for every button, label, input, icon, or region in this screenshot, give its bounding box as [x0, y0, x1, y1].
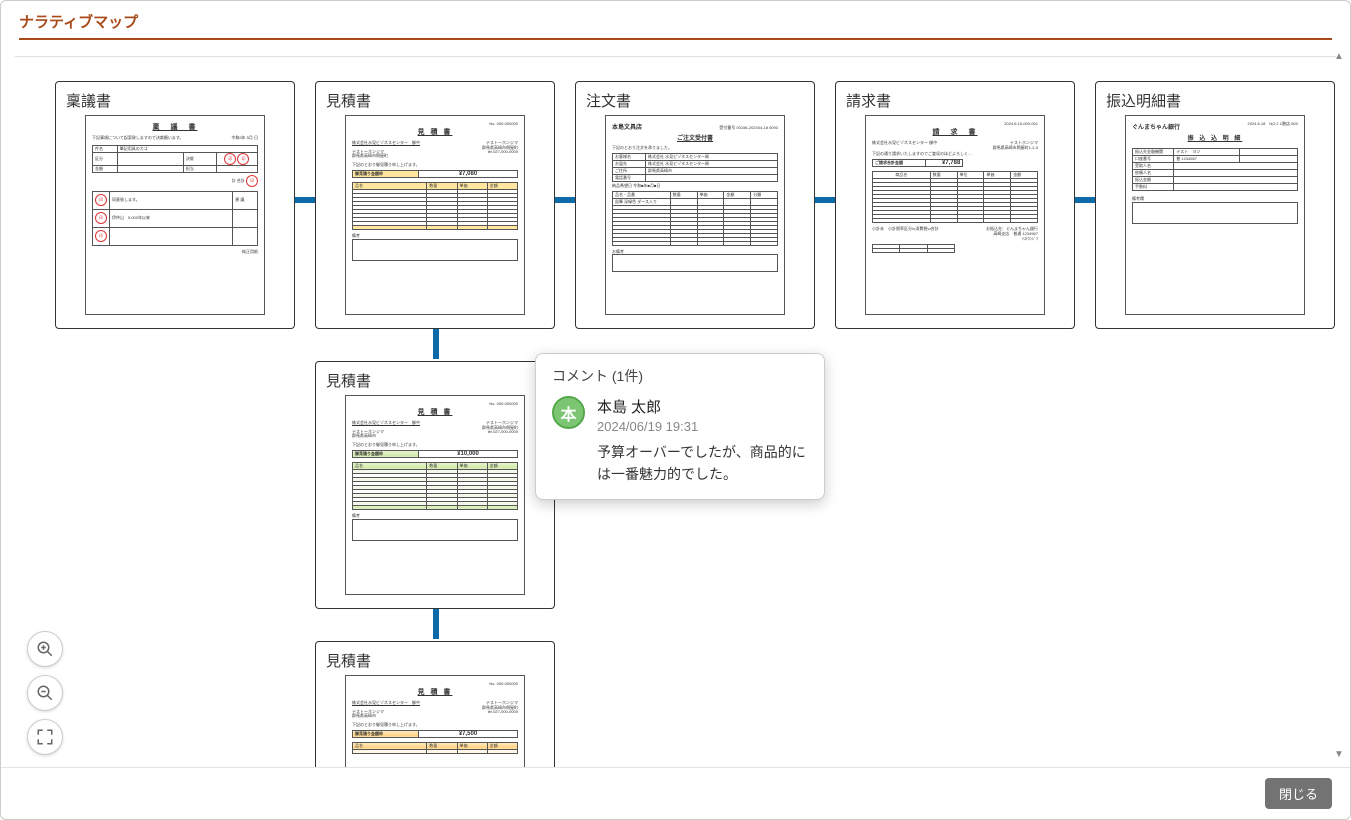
card-seikyusho[interactable]: 請求書 2024.6.10-000-001 請 求 書 株式会社水見ビゾネスセン… [835, 81, 1075, 329]
card-mitsumori-3[interactable]: 見積書 No. 000-000000 見 積 書 株式会社水見ビゾネスセンター … [315, 641, 555, 767]
fit-screen-button[interactable] [27, 719, 63, 755]
popover-title: コメント (1件) [552, 366, 808, 386]
page-title: ナラティブマップ [19, 11, 1332, 32]
footer: 閉じる [1, 767, 1350, 819]
card-title: 見積書 [326, 650, 544, 671]
doc-preview-furikomimeisai: ぐんまちゃん銀行 2024.6.18 NO.2 1階店-500 振 込 込 明 … [1125, 115, 1305, 315]
comment-item: 本 本島 太郎 2024/06/19 19:31 予算オーバーでしたが、商品的に… [552, 396, 808, 485]
card-ringisho[interactable]: 稟議書 稟 議 書 下記事項について起案致しますので決裁願います。令和6年 5月… [55, 81, 295, 329]
comment-author: 本島 太郎 [597, 396, 808, 417]
connector [433, 329, 439, 359]
avatar: 本 [552, 396, 585, 429]
card-mitsumori-1[interactable]: 見積書 No. 000-000000 見 積 書 株式会社水見ビゾネスセンター … [315, 81, 555, 329]
card-title: 請求書 [846, 90, 1064, 111]
scroll-up-button[interactable]: ▲ [1332, 49, 1346, 63]
header: ナラティブマップ [1, 1, 1350, 46]
scroll-down-button[interactable]: ▼ [1332, 747, 1346, 761]
card-title: 注文書 [586, 90, 804, 111]
zoom-in-icon [36, 640, 54, 658]
doc-preview-mitsumori-1: No. 000-000000 見 積 書 株式会社水見ビゾネスセンター 御中 テ… [345, 115, 525, 315]
card-title: 振込明細書 [1106, 90, 1324, 111]
title-divider [19, 38, 1332, 40]
fit-screen-icon [36, 728, 54, 746]
zoom-in-button[interactable] [27, 631, 63, 667]
card-mitsumori-2[interactable]: 見積書 No. 000-000000 見 積 書 株式会社水見ビゾネスセンター … [315, 361, 555, 609]
zoom-controls [27, 631, 63, 755]
card-title: 稟議書 [66, 90, 284, 111]
comment-body: 予算オーバーでしたが、商品的には一番魅力的でした。 [597, 442, 808, 485]
doc-preview-chumonsho: 本島文具店 受付番号 00156-202404-18 0093 ご注文受付書 下… [605, 115, 785, 315]
comment-timestamp: 2024/06/19 19:31 [597, 419, 808, 434]
doc-preview-mitsumori-3: No. 000-000000 見 積 書 株式会社水見ビゾネスセンター 御中テス… [345, 675, 525, 767]
doc-preview-mitsumori-2: No. 000-000000 見 積 書 株式会社水見ビゾネスセンター 御中テス… [345, 395, 525, 595]
zoom-out-button[interactable] [27, 675, 63, 711]
map-canvas[interactable]: 稟議書 稟 議 書 下記事項について起案致しますので決裁願います。令和6年 5月… [15, 56, 1336, 767]
doc-preview-ringisho: 稟 議 書 下記事項について起案致しますので決裁願います。令和6年 5月 日 件… [85, 115, 265, 315]
card-title: 見積書 [326, 90, 544, 111]
narrative-map-window: ナラティブマップ 稟議書 稟 議 書 下記事項について起案致しますので決裁願いま… [0, 0, 1351, 820]
connector [433, 609, 439, 639]
doc-preview-seikyusho: 2024.6.10-000-001 請 求 書 株式会社水見ビゾネスセンター 御… [865, 115, 1045, 315]
card-title: 見積書 [326, 370, 544, 391]
card-furikomimeisai[interactable]: 振込明細書 ぐんまちゃん銀行 2024.6.18 NO.2 1階店-500 振 … [1095, 81, 1335, 329]
close-button[interactable]: 閉じる [1265, 778, 1332, 809]
comment-popover: コメント (1件) 本 本島 太郎 2024/06/19 19:31 予算オーバ… [535, 353, 825, 500]
card-chumonsho[interactable]: 注文書 本島文具店 受付番号 00156-202404-18 0093 ご注文受… [575, 81, 815, 329]
zoom-out-icon [36, 684, 54, 702]
